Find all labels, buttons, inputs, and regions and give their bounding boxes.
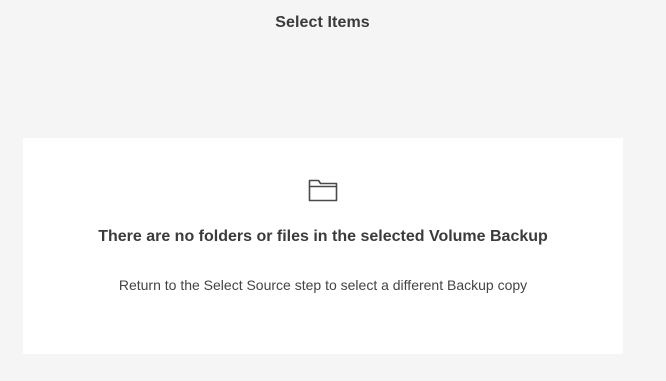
page-title: Select Items: [275, 14, 370, 31]
empty-state-message: Return to the Select Source step to sele…: [118, 277, 528, 293]
folder-icon: [308, 179, 338, 202]
empty-state-title: There are no folders or files in the sel…: [98, 228, 548, 245]
empty-state-panel: There are no folders or files in the sel…: [23, 138, 623, 354]
